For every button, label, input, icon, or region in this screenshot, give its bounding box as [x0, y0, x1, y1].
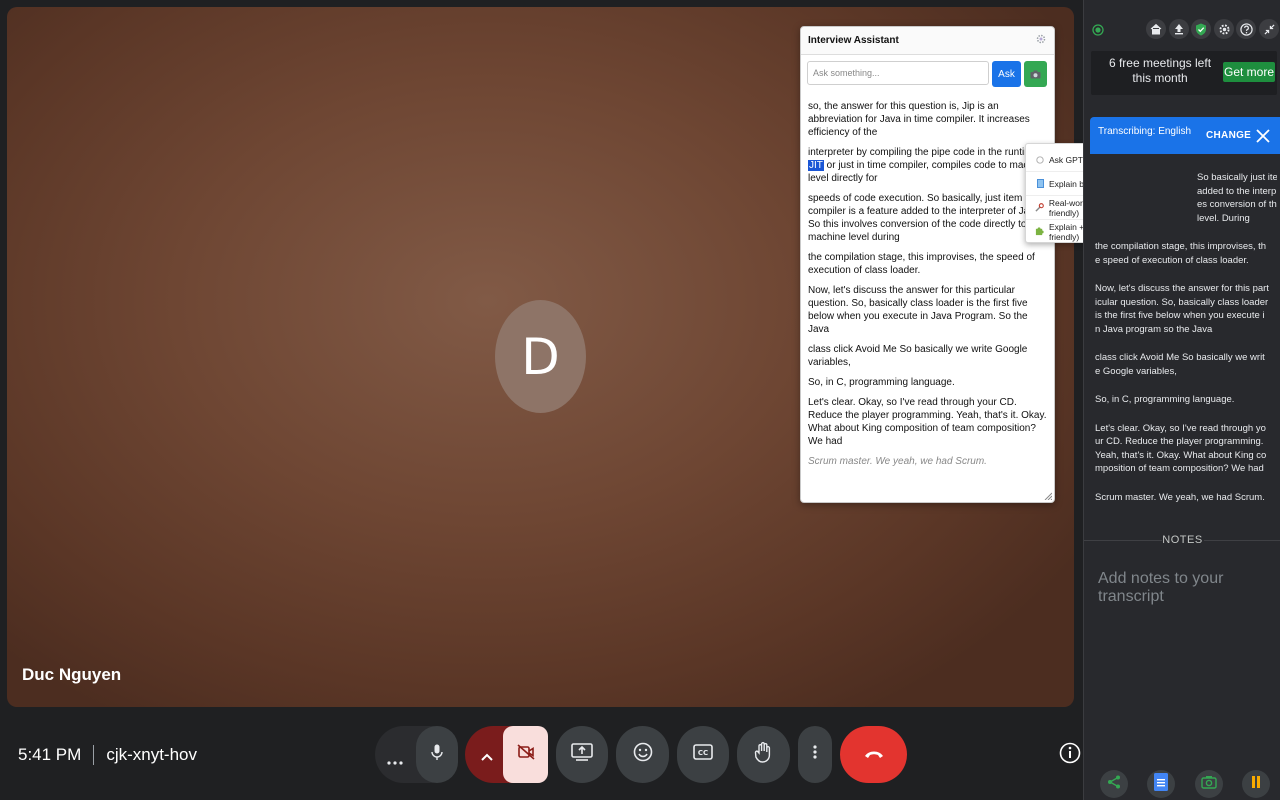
- microphone-button[interactable]: [416, 726, 458, 783]
- book-icon: [1035, 179, 1045, 188]
- phone-hangup-icon: [863, 746, 885, 764]
- closed-captions-icon: CC: [693, 744, 713, 765]
- docs-icon: [1154, 772, 1168, 796]
- screenshot-button[interactable]: [1024, 61, 1047, 87]
- chevron-up-icon[interactable]: [481, 748, 493, 766]
- side-transcript-line: added to the interp: [1197, 185, 1277, 197]
- close-icon[interactable]: [1254, 127, 1272, 145]
- side-transcript-paragraph: Scrum master. We yeah, we had Scrum.: [1095, 491, 1265, 503]
- side-transcript-line: es conversion of th: [1197, 199, 1277, 210]
- captions-button[interactable]: CC: [677, 726, 729, 783]
- present-screen-button[interactable]: [556, 726, 608, 783]
- meeting-code: cjk-xnyt-hov: [106, 745, 197, 764]
- ask-button[interactable]: Ask: [992, 61, 1021, 87]
- camera-icon: [1201, 775, 1217, 794]
- transcript-paragraph-highlighted: interpreter by compiling the pipe code i…: [808, 146, 1048, 185]
- side-transcript-paragraph: Let's clear. Okay, so I've read through …: [1095, 422, 1267, 475]
- transcribing-bar: Transcribing: English CHANGE: [1090, 117, 1280, 154]
- camera-off-button[interactable]: [503, 726, 548, 783]
- free-meetings-banner: 6 free meetings left this month Get more: [1091, 51, 1277, 95]
- pause-button[interactable]: [1242, 770, 1270, 798]
- clock-time: 5:41 PM: [18, 745, 82, 764]
- more-audio-options-icon[interactable]: [387, 752, 403, 770]
- ask-input[interactable]: [807, 61, 989, 85]
- present-screen-icon: [571, 743, 593, 766]
- transcript-paragraph: speeds of code execution. So basically, …: [808, 193, 1043, 243]
- change-language-button[interactable]: CHANGE: [1206, 130, 1251, 141]
- collapse-arrows-icon[interactable]: [1259, 19, 1279, 39]
- microphone-control-group: [375, 726, 458, 783]
- free-meetings-text: 6 free meetings left this month: [1108, 56, 1212, 85]
- ask-row: Ask: [801, 55, 1054, 87]
- transcript-paragraph: the compilation stage, this improvises, …: [808, 252, 1035, 276]
- side-transcript-paragraph: the compilation stage, this improvises, …: [1095, 241, 1267, 266]
- emoji-icon: [633, 742, 653, 767]
- microphone-icon: [431, 744, 443, 766]
- notes-heading: NOTES: [1162, 534, 1203, 546]
- side-transcript-paragraph: class click Avoid Me So basically we wri…: [1095, 352, 1265, 377]
- transcript-paragraph: class click Avoid Me So basically we wri…: [808, 344, 1028, 368]
- meeting-info: 5:41 PM cjk-xnyt-hov: [18, 745, 197, 765]
- meeting-details-button[interactable]: [1059, 742, 1081, 769]
- transcript-paragraph: Now, let's discuss the answer for this p…: [808, 285, 1028, 335]
- transcribing-language: Transcribing: English: [1098, 126, 1192, 137]
- extension-toolbar: 6 free meetings left this month Get more: [1084, 0, 1280, 101]
- more-vert-icon: [813, 745, 817, 764]
- puzzle-icon: [1035, 227, 1045, 236]
- raise-hand-button[interactable]: [737, 726, 790, 783]
- camera-off-icon: [516, 744, 535, 765]
- wrench-icon: [1035, 203, 1045, 212]
- more-options-button[interactable]: [798, 726, 832, 783]
- transcript-paragraph: So, in C, programming language.: [808, 377, 955, 388]
- gear-icon[interactable]: [1035, 33, 1047, 48]
- assistant-transcript: so, the answer for this question is, Jip…: [801, 87, 1054, 468]
- get-more-button[interactable]: Get more: [1223, 62, 1275, 82]
- divider: [93, 745, 95, 765]
- chat-bubble-icon: [1035, 155, 1045, 164]
- side-transcript-paragraph: So, in C, programming language.: [1095, 394, 1235, 405]
- transcript-paragraph: so, the answer for this question is, Jip…: [808, 101, 1030, 138]
- transcript-text: or just in time compiler, compiles code …: [808, 160, 1048, 184]
- help-icon[interactable]: [1236, 19, 1256, 39]
- home-icon[interactable]: [1146, 19, 1166, 39]
- info-icon: [1059, 742, 1081, 769]
- transcript-paragraph: Let's clear. Okay, so I've read through …: [808, 397, 1047, 447]
- notes-input[interactable]: Add notes to your transcript: [1098, 570, 1280, 606]
- recording-status-icon: [1092, 23, 1104, 41]
- camera-icon: [1030, 67, 1041, 82]
- side-transcript-line: So basically just ite: [1197, 172, 1277, 183]
- screenshot-capture-button[interactable]: [1195, 770, 1223, 798]
- resize-handle-icon[interactable]: [1044, 492, 1053, 501]
- svg-text:CC: CC: [698, 749, 708, 757]
- pending-transcript: Scrum master. We yeah, we had Scrum.: [808, 456, 987, 467]
- share-icon: [1107, 775, 1121, 794]
- camera-control-group: [465, 726, 548, 783]
- interview-assistant-panel: Interview Assistant Ask so, the answer f…: [800, 26, 1055, 503]
- transcript-text: interpreter by compiling the pipe code i…: [808, 147, 1041, 158]
- leave-call-button[interactable]: [840, 726, 907, 783]
- participant-name: Duc Nguyen: [22, 665, 122, 684]
- transcript-side-panel: 6 free meetings left this month Get more…: [1083, 0, 1280, 800]
- shield-icon[interactable]: [1191, 19, 1211, 39]
- pause-icon: [1251, 775, 1261, 793]
- side-transcript-paragraph: Now, let's discuss the answer for this p…: [1095, 283, 1269, 335]
- upload-icon[interactable]: [1169, 19, 1189, 39]
- participant-avatar: D: [495, 300, 586, 413]
- settings-gear-icon[interactable]: [1214, 19, 1234, 39]
- side-transcript-partial: So basically just ite added to the inter…: [1197, 171, 1277, 225]
- selected-text[interactable]: JIT: [808, 160, 824, 171]
- assistant-title: Interview Assistant: [808, 35, 899, 46]
- side-transcript: the compilation stage, this improvises, …: [1095, 240, 1269, 519]
- hand-icon: [754, 741, 774, 768]
- assistant-header: Interview Assistant: [801, 27, 1054, 55]
- share-button[interactable]: [1100, 770, 1128, 798]
- reactions-button[interactable]: [616, 726, 669, 783]
- side-transcript-line: level. During: [1197, 212, 1250, 224]
- google-docs-button[interactable]: [1147, 770, 1175, 798]
